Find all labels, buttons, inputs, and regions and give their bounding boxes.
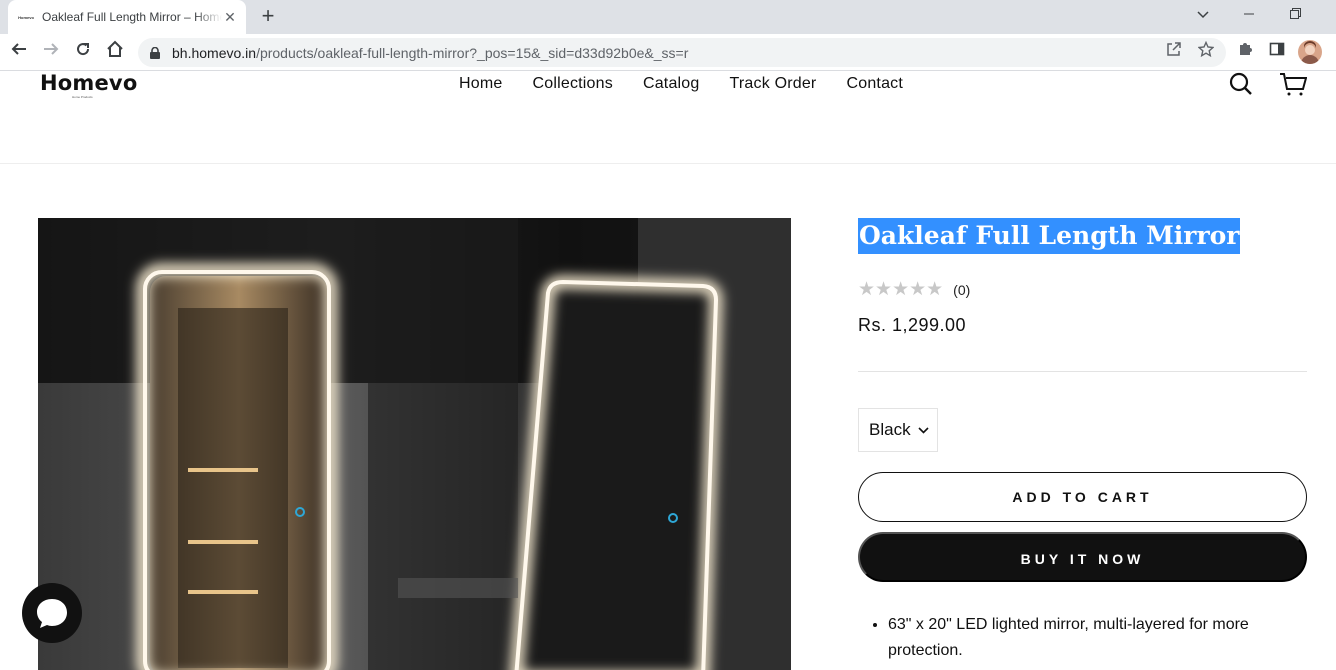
browser-tabbar: Homevo Oakleaf Full Length Mirror – Home… [0,0,1336,34]
nav-home[interactable]: Home [459,75,502,93]
lock-icon[interactable] [150,46,160,59]
add-to-cart-button[interactable]: ADD TO CART [858,472,1307,522]
minimize-icon[interactable] [1226,0,1272,30]
browser-toolbar: bh.homevo.in/products/oakleaf-full-lengt… [0,34,1336,71]
tab-title: Oakleaf Full Length Mirror – Homevo [42,10,222,24]
extensions-icon[interactable] [1234,41,1256,63]
star-rating-icon: ★★★★★ [858,279,944,300]
new-tab-icon[interactable]: + [256,5,280,29]
side-panel-icon[interactable] [1266,41,1288,63]
bookmark-star-icon[interactable] [1195,40,1217,63]
rating-count: (0) [953,281,971,298]
share-icon[interactable] [1163,41,1185,63]
reload-icon[interactable] [70,40,96,66]
main-nav: Home Collections Catalog Track Order Con… [459,75,933,93]
product-title: Oakleaf Full Length Mirror [858,218,1241,254]
variant-value: Black [869,420,911,439]
url-text: bh.homevo.in/products/oakleaf-full-lengt… [172,44,689,61]
nav-contact[interactable]: Contact [846,75,903,93]
restore-icon[interactable] [1272,0,1318,30]
search-icon[interactable] [1228,71,1256,99]
chat-icon [37,599,67,628]
chevron-down-icon [918,423,929,437]
divider [858,371,1307,372]
site-header: Homevo Home Products Home Collections Ca… [0,71,1336,164]
list-item: 63" x 20" LED lighted mirror, multi-laye… [888,612,1307,664]
back-icon[interactable] [6,40,32,66]
nav-track-order[interactable]: Track Order [730,75,817,93]
product-price: Rs. 1,299.00 [858,315,967,335]
cart-icon[interactable] [1279,71,1308,99]
nav-catalog[interactable]: Catalog [643,75,700,93]
nav-collections[interactable]: Collections [532,75,612,93]
browser-tab[interactable]: Homevo Oakleaf Full Length Mirror – Home… [8,0,246,34]
feature-list: 63" x 20" LED lighted mirror, multi-laye… [888,612,1307,666]
chat-button[interactable] [22,583,82,643]
site-logo[interactable]: Homevo Home Products [40,71,137,99]
variant-select[interactable]: Black [858,408,938,452]
tab-close-icon[interactable]: ✕ [222,9,238,25]
buy-now-button[interactable]: BUY IT NOW [858,532,1307,582]
tab-search-icon[interactable] [1180,0,1226,30]
forward-icon[interactable] [38,40,64,66]
product-info: Oakleaf Full Length Mirror ★★★★★ (0) Rs.… [858,218,1307,659]
tab-favicon-icon: Homevo [18,14,34,20]
profile-avatar[interactable] [1298,40,1322,64]
product-image[interactable] [38,218,791,670]
product-rating[interactable]: ★★★★★ (0) [858,278,1307,301]
home-icon[interactable] [102,40,128,66]
address-bar[interactable]: bh.homevo.in/products/oakleaf-full-lengt… [138,38,1226,67]
